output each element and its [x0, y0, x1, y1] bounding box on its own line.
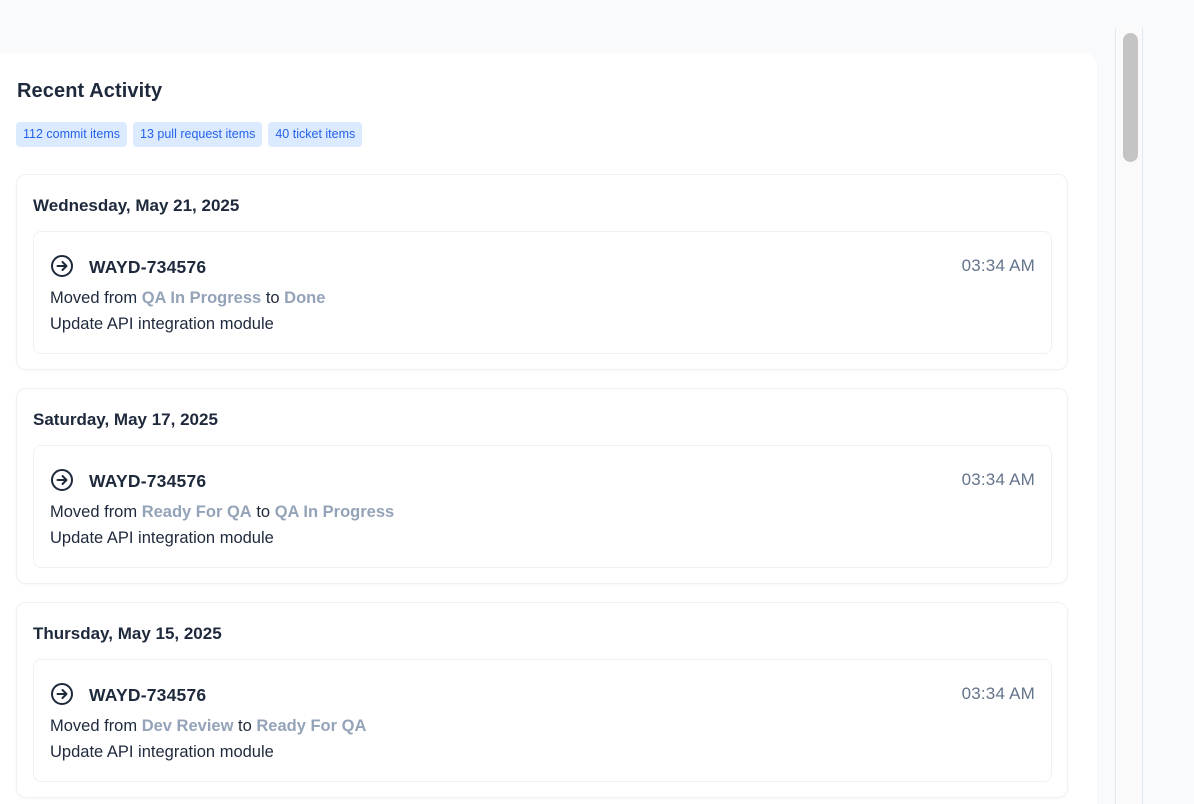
entry-time: 03:34 AM: [961, 684, 1035, 703]
day-group: Wednesday, May 21, 2025 WAYD-734576 03:3…: [16, 174, 1068, 370]
to-label: to: [238, 717, 252, 735]
ticket-id[interactable]: WAYD-734576: [89, 471, 206, 492]
activity-summary-badges: 112 commit items 13 pull request items 4…: [16, 122, 363, 147]
activity-entry[interactable]: WAYD-734576 03:34 AM Moved from Ready Fo…: [33, 445, 1052, 568]
to-status: Done: [284, 289, 326, 307]
pull-request-items-badge[interactable]: 13 pull request items: [133, 122, 263, 147]
day-date-heading: Wednesday, May 21, 2025: [33, 196, 240, 215]
from-status: Dev Review: [141, 717, 234, 735]
status-transition: Moved from QA In Progress to Done: [50, 289, 325, 308]
activity-entry[interactable]: WAYD-734576 03:34 AM Moved from QA In Pr…: [33, 231, 1052, 354]
from-status: QA In Progress: [141, 289, 262, 307]
to-status: QA In Progress: [274, 503, 395, 521]
to-label: to: [256, 503, 271, 521]
day-date-heading: Thursday, May 15, 2025: [33, 624, 222, 643]
recent-activity-panel: Recent Activity 112 commit items 13 pull…: [0, 53, 1097, 804]
day-date-heading: Saturday, May 17, 2025: [33, 410, 218, 429]
arrow-right-circle-icon: [51, 255, 73, 277]
commit-items-badge[interactable]: 112 commit items: [16, 122, 128, 147]
scrollbar-thumb[interactable]: [1123, 33, 1138, 162]
entry-time: 03:34 AM: [961, 256, 1035, 275]
arrow-right-circle-icon: [51, 469, 73, 491]
moved-from-label: Moved from: [50, 717, 138, 735]
status-transition: Moved from Ready For QA to QA In Progres…: [50, 503, 394, 522]
ticket-id[interactable]: WAYD-734576: [89, 685, 206, 706]
recent-activity-panel-inner: Recent Activity 112 commit items 13 pull…: [0, 53, 1097, 804]
entry-description: Update API integration module: [50, 529, 274, 547]
ticket-id[interactable]: WAYD-734576: [89, 257, 206, 278]
from-status: Ready For QA: [141, 503, 252, 521]
status-transition: Moved from Dev Review to Ready For QA: [50, 717, 366, 736]
day-group: Saturday, May 17, 2025 WAYD-734576 03:34…: [16, 388, 1068, 584]
to-label: to: [265, 289, 280, 307]
entry-description: Update API integration module: [50, 315, 274, 333]
entry-time: 03:34 AM: [961, 470, 1035, 489]
moved-from-label: Moved from: [50, 289, 138, 307]
activity-entry[interactable]: WAYD-734576 03:34 AM Moved from Dev Revi…: [33, 659, 1052, 782]
vertical-scrollbar[interactable]: [1115, 28, 1143, 804]
day-group: Thursday, May 15, 2025 WAYD-734576 03:34…: [16, 602, 1068, 798]
to-status: Ready For QA: [256, 717, 367, 735]
page-title: Recent Activity: [17, 80, 163, 102]
ticket-items-badge[interactable]: 40 ticket items: [268, 122, 363, 147]
page: Recent Activity 112 commit items 13 pull…: [0, 0, 1194, 804]
entry-description: Update API integration module: [50, 743, 274, 761]
arrow-right-circle-icon: [51, 683, 73, 705]
moved-from-label: Moved from: [50, 503, 138, 521]
